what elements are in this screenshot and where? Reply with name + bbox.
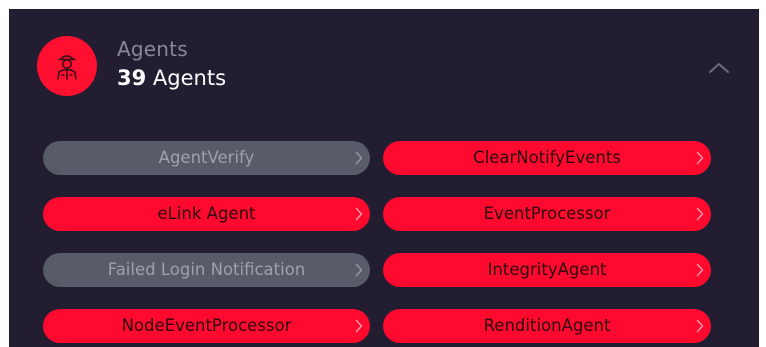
agent-pill-label: EventProcessor: [483, 204, 611, 223]
agent-pill-label: Failed Login Notification: [107, 260, 306, 279]
agent-count-number: 39: [117, 66, 147, 90]
chevron-right-icon: [355, 151, 363, 165]
chevron-right-icon: [696, 207, 704, 221]
agent-pill[interactable]: Failed Login Notification: [43, 253, 370, 287]
agent-pill-label: AgentVerify: [158, 148, 255, 167]
agent-pill[interactable]: ClearNotifyEvents: [383, 141, 711, 175]
agent-pill-label: IntegrityAgent: [487, 260, 607, 279]
agent-list: AgentVerify ClearNotifyEvents eLink Agen…: [43, 141, 711, 343]
agents-panel: Agents 39 Agents AgentVerify ClearNotify…: [9, 9, 759, 347]
chevron-right-icon: [696, 151, 704, 165]
agent-pill[interactable]: RenditionAgent: [383, 309, 711, 343]
agent-count-label: Agents: [152, 66, 227, 90]
agent-pill-label: ClearNotifyEvents: [473, 148, 621, 167]
agent-icon: [57, 55, 77, 80]
agent-pill[interactable]: EventProcessor: [383, 197, 711, 231]
chevron-right-icon: [696, 263, 704, 277]
chevron-right-icon: [355, 263, 363, 277]
agent-pill[interactable]: NodeEventProcessor: [43, 309, 370, 343]
agent-pill[interactable]: eLink Agent: [43, 197, 370, 231]
agent-pill-label: RenditionAgent: [483, 316, 611, 335]
collapse-button[interactable]: [703, 55, 735, 81]
agent-pill-label: eLink Agent: [157, 204, 256, 223]
agent-pill[interactable]: AgentVerify: [43, 141, 370, 175]
chevron-right-icon: [355, 207, 363, 221]
panel-title: Agents: [117, 37, 188, 61]
agent-count: 39 Agents: [117, 65, 226, 91]
agent-pill[interactable]: IntegrityAgent: [383, 253, 711, 287]
agents-avatar: [37, 36, 97, 96]
chevron-right-icon: [696, 319, 704, 333]
agent-pill-label: NodeEventProcessor: [121, 316, 292, 335]
chevron-up-icon: [709, 63, 729, 73]
chevron-right-icon: [355, 319, 363, 333]
